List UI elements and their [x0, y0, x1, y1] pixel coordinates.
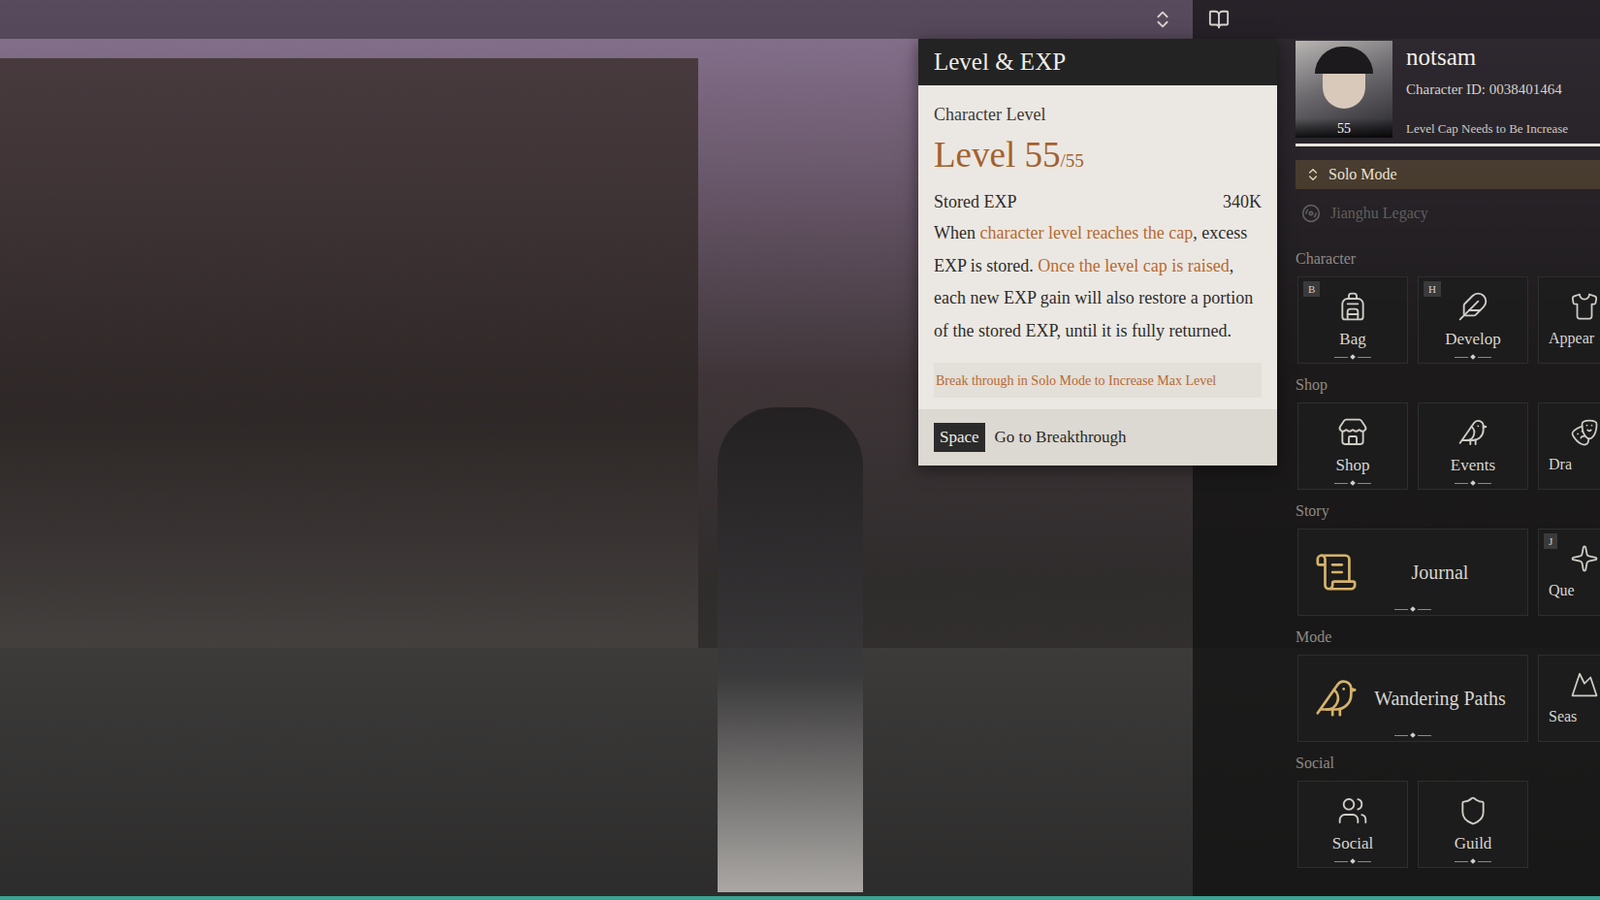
tile-label: Que — [1548, 580, 1575, 601]
section-title: Story — [1295, 501, 1600, 521]
top-bar — [0, 0, 1600, 39]
menu-section: Mode Wandering Paths Seas — [1295, 627, 1600, 742]
bottom-accent — [0, 896, 1600, 900]
tile-underline — [1454, 859, 1492, 864]
avatar-level: 55 — [1337, 120, 1351, 138]
legacy-icon — [1301, 203, 1321, 224]
player-name: notsam — [1406, 42, 1568, 72]
tile-label: Appear — [1548, 328, 1595, 349]
tile-label: Events — [1450, 455, 1496, 476]
switch-icon[interactable] — [1152, 8, 1174, 31]
section-title: Social — [1295, 753, 1600, 773]
tile-icon — [1337, 290, 1369, 322]
menu-tile[interactable]: Dra — [1537, 402, 1600, 490]
menu-tile[interactable]: Guild — [1417, 780, 1529, 868]
space-key: Space — [933, 422, 986, 452]
mode-icon — [1305, 166, 1321, 183]
hotkey-badge: B — [1303, 281, 1320, 297]
level-label: Character Level — [933, 102, 1262, 127]
menu-tile[interactable]: Seas — [1537, 654, 1600, 742]
level-value: Level 55/55 — [933, 133, 1262, 177]
character-id: Character ID: 0038401464 — [1406, 79, 1568, 99]
menu-sections: Character B Bag H Develop Appear Shop Shop Event… — [1295, 249, 1600, 868]
tile-label: Bag — [1339, 329, 1366, 350]
solo-mode-button[interactable]: Solo Mode — [1295, 160, 1600, 190]
tile-icon — [1457, 416, 1489, 448]
tile-underline — [1394, 607, 1432, 611]
tile-label: Social — [1332, 833, 1375, 854]
menu-tile[interactable]: H Develop — [1417, 276, 1529, 364]
tile-icon — [1313, 675, 1359, 721]
legacy-row[interactable]: Jianghu Legacy — [1295, 198, 1600, 228]
menu-section: Story Journal J Que — [1295, 501, 1600, 616]
tile-icon — [1457, 290, 1489, 322]
tile-label: Journal — [1368, 558, 1512, 586]
level-exp-popup: Level & EXP Character Level Level 55/55 Sto… — [918, 38, 1278, 466]
tile-underline — [1454, 480, 1492, 485]
breakthrough-link[interactable]: Go to Breakthrough — [994, 424, 1127, 450]
tile-icon — [1337, 795, 1369, 827]
section-title: Mode — [1295, 627, 1600, 647]
tile-label: Dra — [1548, 454, 1572, 475]
hotkey-badge: H — [1423, 281, 1441, 297]
avatar-portrait[interactable]: 55 — [1295, 40, 1393, 138]
section-title: Shop — [1295, 375, 1600, 395]
hotkey-badge: J — [1543, 533, 1558, 549]
profile: 55 notsam Character ID: 0038401464 Level Ca… — [1295, 40, 1600, 138]
tile-label: Shop — [1336, 455, 1371, 476]
scene-building — [0, 58, 699, 660]
tile-underline — [1394, 733, 1432, 737]
menu-section: Character B Bag H Develop Appear — [1295, 249, 1600, 364]
tile-icon — [1569, 417, 1600, 448]
tile-label: Wandering Paths — [1368, 684, 1512, 712]
menu-tile[interactable]: Appear — [1537, 276, 1600, 364]
menu-tile[interactable]: Events — [1417, 402, 1529, 490]
scene-character — [717, 407, 864, 893]
tile-underline — [1454, 354, 1492, 359]
tile-label: Guild — [1454, 833, 1493, 854]
tile-icon — [1569, 291, 1600, 321]
tile-label: Develop — [1444, 329, 1502, 350]
menu-tile[interactable]: Shop — [1297, 402, 1408, 490]
game-screen: Level & EXP Character Level Level 55/55 Sto… — [0, 0, 1600, 900]
section-title: Character — [1295, 249, 1600, 269]
menu-tile[interactable]: Social — [1297, 780, 1408, 868]
tile-underline — [1334, 354, 1372, 359]
popup-footer[interactable]: Space Go to Breakthrough — [918, 409, 1278, 466]
profile-divider — [1295, 143, 1600, 147]
popup-header: Level & EXP — [918, 38, 1278, 86]
breakthrough-hint: Break through in Solo Mode to Increase M… — [933, 362, 1262, 398]
tile-icon — [1313, 549, 1359, 595]
tile-icon — [1457, 795, 1489, 827]
tile-icon — [1337, 416, 1369, 448]
tile-underline — [1334, 480, 1372, 485]
menu-panel: 55 notsam Character ID: 0038401464 Level Ca… — [1295, 40, 1600, 896]
menu-tile[interactable]: B Bag — [1297, 276, 1408, 364]
tile-label: Seas — [1548, 706, 1577, 727]
menu-section: Shop Shop Events Dra — [1295, 375, 1600, 490]
exp-description: When character level reaches the cap, ex… — [933, 217, 1262, 348]
book-icon[interactable] — [1208, 8, 1230, 31]
tile-icon — [1569, 544, 1600, 574]
level-cap-notice: Level Cap Needs to Be Increase — [1406, 120, 1568, 138]
menu-tile-wide[interactable]: Wandering Paths — [1297, 654, 1529, 742]
menu-tile[interactable]: J Que — [1537, 528, 1600, 616]
menu-section: Social Social Guild — [1295, 753, 1600, 868]
tile-underline — [1334, 859, 1372, 864]
stored-exp-row: Stored EXP340K — [933, 190, 1262, 214]
popup-title: Level & EXP — [933, 43, 1066, 81]
menu-tile-wide[interactable]: Journal — [1297, 528, 1529, 616]
tile-icon — [1569, 670, 1600, 700]
popup-body: Character Level Level 55/55 Stored EXP340K… — [918, 85, 1278, 410]
